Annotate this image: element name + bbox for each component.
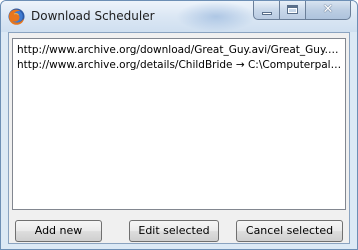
close-icon: ✕: [322, 2, 334, 17]
title-bar[interactable]: Download Scheduler ✕: [1, 1, 357, 32]
cancel-selected-button[interactable]: Cancel selected: [236, 220, 343, 242]
minimize-icon: [262, 12, 272, 15]
download-list[interactable]: http://www.archive.org/download/Great_Gu…: [12, 38, 346, 210]
list-item[interactable]: http://www.archive.org/download/Great_Gu…: [17, 43, 343, 57]
close-button[interactable]: ✕: [306, 1, 351, 20]
maximize-button[interactable]: [280, 1, 306, 20]
download-scheduler-window: Download Scheduler ✕ http://www.archive.…: [0, 0, 358, 250]
list-item[interactable]: http://www.archive.org/details/ChildBrid…: [17, 58, 343, 72]
minimize-button[interactable]: [253, 1, 280, 20]
firefox-icon: [8, 8, 25, 25]
dialog-body: http://www.archive.org/download/Great_Gu…: [8, 32, 350, 244]
window-title: Download Scheduler: [31, 9, 155, 23]
maximize-icon: [287, 5, 298, 14]
caption-buttons: ✕: [253, 1, 351, 21]
edit-selected-button[interactable]: Edit selected: [129, 220, 219, 242]
add-new-button[interactable]: Add new: [15, 220, 102, 242]
